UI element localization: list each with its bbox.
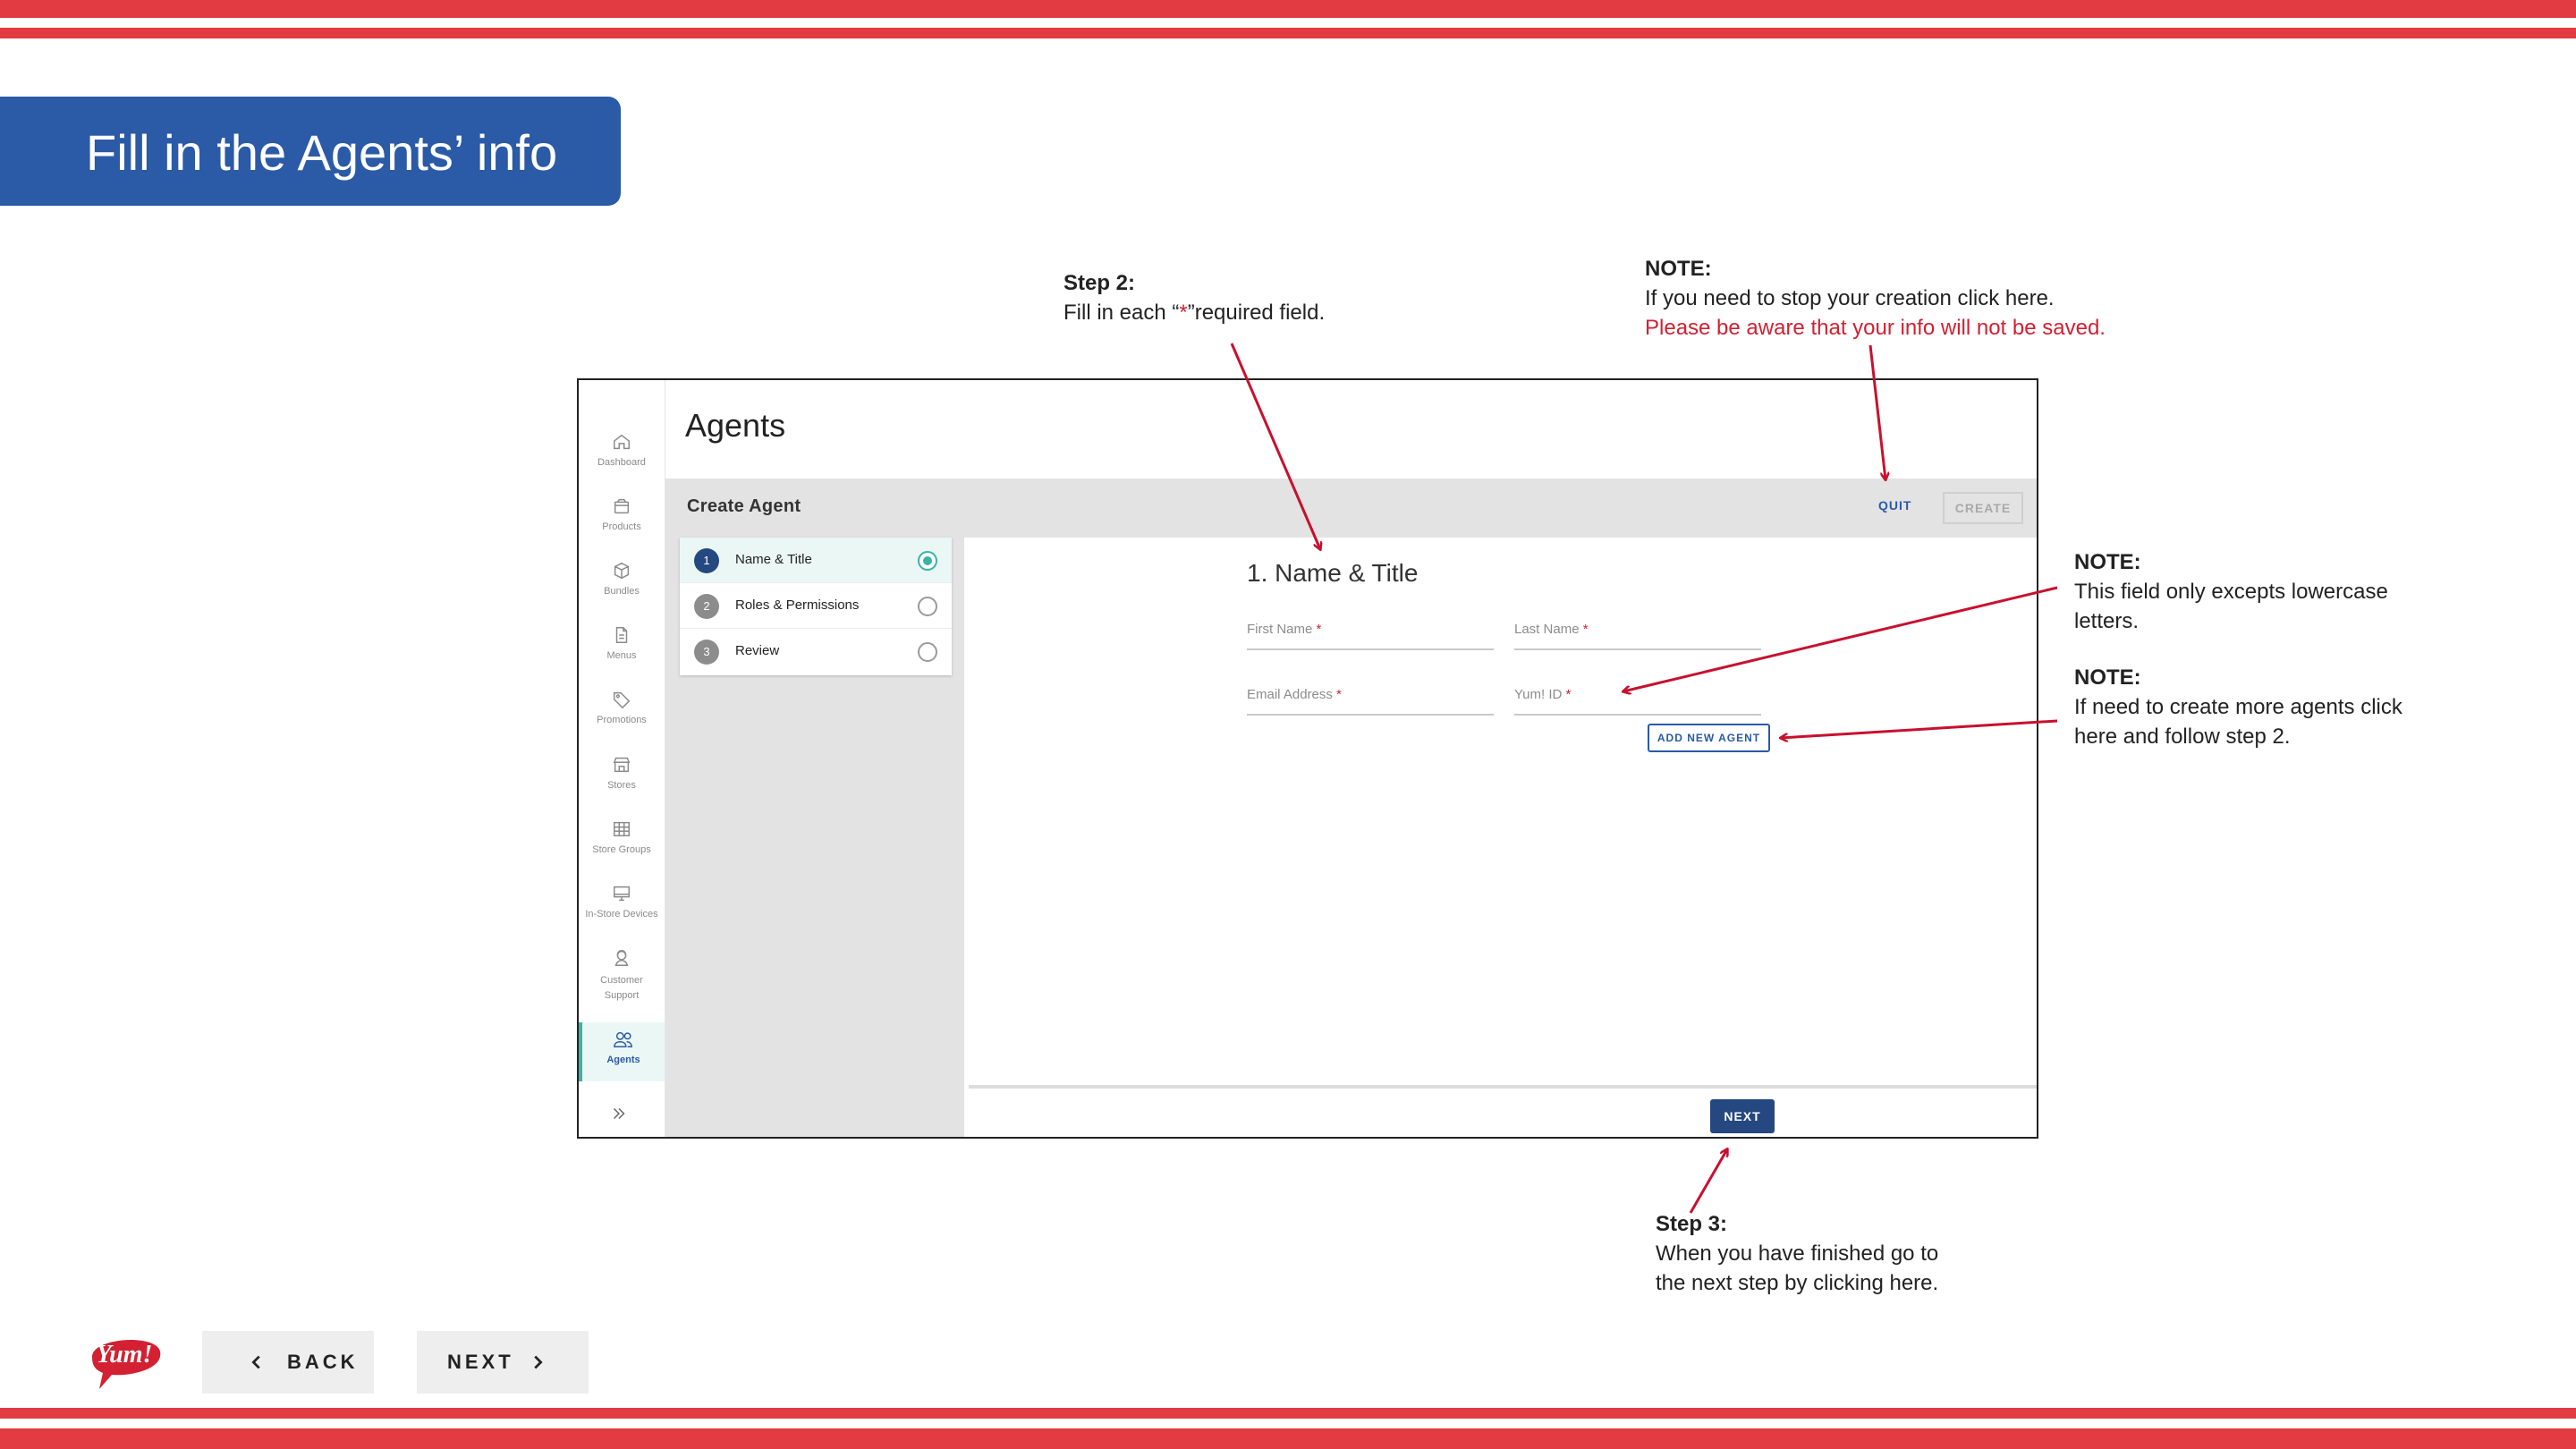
annotation-arrows [1230, 343, 2058, 1214]
arrow-step2 [1230, 343, 1320, 549]
back-label: BACK [287, 1351, 359, 1373]
logo-text: Yum! [97, 1341, 153, 1368]
next-label: NEXT [447, 1351, 514, 1373]
arrow-add-agent [1781, 719, 2058, 738]
arrow-quit [1868, 344, 1885, 479]
arrow-next [1689, 1149, 1727, 1214]
yum-logo: Yum! [85, 1330, 164, 1397]
slide: Fill in the Agents’ info Step 2: Fill in… [0, 0, 2576, 1449]
arrow-yum-id [1623, 586, 2058, 691]
chevron-left-icon [251, 1355, 260, 1369]
bottom-stripe-thin [0, 1408, 2576, 1419]
back-button[interactable]: BACK [202, 1331, 374, 1394]
bottom-stripe [0, 1428, 2576, 1449]
next-slide-button[interactable]: NEXT [417, 1331, 589, 1394]
chevron-right-icon [534, 1355, 543, 1369]
